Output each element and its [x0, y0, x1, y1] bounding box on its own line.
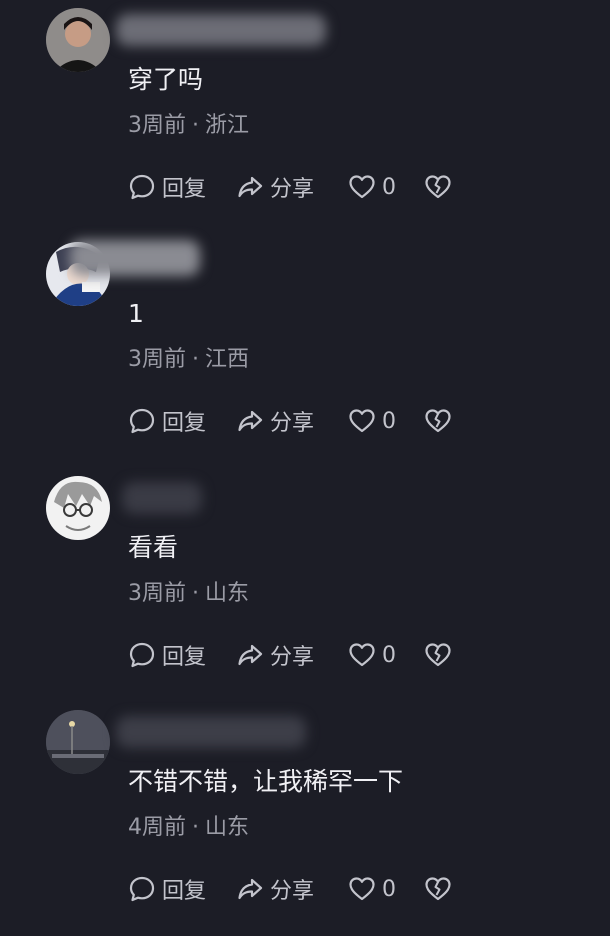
like-count: 0: [382, 642, 396, 668]
reply-button[interactable]: 回复: [128, 170, 206, 204]
comment-time: 3周前: [128, 347, 186, 372]
share-label: 分享: [270, 177, 315, 202]
comment-meta: 3周前 · 江西: [128, 344, 249, 376]
share-arrow-icon: [238, 644, 263, 666]
share-button[interactable]: 分享: [236, 872, 314, 906]
avatar[interactable]: [46, 476, 110, 540]
comment-location: 江西: [205, 347, 250, 372]
dislike-button[interactable]: [424, 170, 452, 204]
meta-separator: ·: [192, 815, 199, 840]
share-label: 分享: [270, 879, 315, 904]
username-blurred[interactable]: [116, 716, 306, 748]
username-blurred[interactable]: [70, 240, 200, 276]
heart-icon: [349, 877, 375, 901]
comment-item: 1 3周前 · 江西 回复 分享 0: [0, 234, 610, 468]
dislike-button[interactable]: [424, 638, 452, 672]
reply-label: 回复: [162, 411, 207, 436]
broken-heart-icon: [425, 643, 451, 667]
like-button[interactable]: 0: [348, 170, 396, 204]
comment-item: 穿了吗 3周前 · 浙江 回复 分享 0: [0, 0, 610, 234]
broken-heart-icon: [425, 877, 451, 901]
reply-button[interactable]: 回复: [128, 404, 206, 438]
like-button[interactable]: 0: [348, 872, 396, 906]
reply-button[interactable]: 回复: [128, 872, 206, 906]
comment-text: 看看: [128, 533, 179, 562]
comment-meta: 4周前 · 山东: [128, 812, 249, 844]
heart-icon: [349, 409, 375, 433]
share-arrow-icon: [238, 878, 263, 900]
reply-label: 回复: [162, 177, 207, 202]
chat-bubble-icon: [129, 174, 155, 200]
comment-actions: 回复 分享 0: [128, 872, 468, 906]
chat-bubble-icon: [129, 876, 155, 902]
dislike-button[interactable]: [424, 404, 452, 438]
comment-actions: 回复 分享 0: [128, 170, 468, 204]
reply-button[interactable]: 回复: [128, 638, 206, 672]
reply-label: 回复: [162, 645, 207, 670]
comment-text: 穿了吗: [128, 65, 204, 94]
comment-item: 看看 3周前 · 山东 回复 分享 0: [0, 468, 610, 702]
chat-bubble-icon: [129, 642, 155, 668]
comment-time: 3周前: [128, 113, 186, 138]
avatar[interactable]: [46, 710, 110, 774]
comment-time: 4周前: [128, 815, 186, 840]
share-label: 分享: [270, 411, 315, 436]
like-count: 0: [382, 174, 396, 200]
comment-meta: 3周前 · 浙江: [128, 110, 249, 142]
comment-text: 不错不错，让我稀罕一下: [128, 767, 404, 796]
broken-heart-icon: [425, 409, 451, 433]
comment-actions: 回复 分享 0: [128, 404, 468, 438]
comment-location: 山东: [205, 581, 250, 606]
comment-location: 浙江: [205, 113, 250, 138]
reply-label: 回复: [162, 879, 207, 904]
heart-icon: [349, 175, 375, 199]
comment-text: 1: [128, 299, 144, 328]
share-button[interactable]: 分享: [236, 638, 314, 672]
meta-separator: ·: [192, 113, 199, 138]
share-arrow-icon: [238, 176, 263, 198]
like-button[interactable]: 0: [348, 404, 396, 438]
share-button[interactable]: 分享: [236, 170, 314, 204]
broken-heart-icon: [425, 175, 451, 199]
like-count: 0: [382, 876, 396, 902]
chat-bubble-icon: [129, 408, 155, 434]
dislike-button[interactable]: [424, 872, 452, 906]
share-button[interactable]: 分享: [236, 404, 314, 438]
comment-location: 山东: [205, 815, 250, 840]
username-blurred[interactable]: [122, 482, 202, 514]
username-blurred[interactable]: [116, 14, 326, 46]
share-arrow-icon: [238, 410, 263, 432]
meta-separator: ·: [192, 347, 199, 372]
meta-separator: ·: [192, 581, 199, 606]
heart-icon: [349, 643, 375, 667]
comment-meta: 3周前 · 山东: [128, 578, 249, 610]
comment-time: 3周前: [128, 581, 186, 606]
avatar[interactable]: [46, 8, 110, 72]
like-count: 0: [382, 408, 396, 434]
share-label: 分享: [270, 645, 315, 670]
comment-item: 不错不错，让我稀罕一下 4周前 · 山东 回复 分享 0: [0, 702, 610, 936]
like-button[interactable]: 0: [348, 638, 396, 672]
comment-actions: 回复 分享 0: [128, 638, 468, 672]
